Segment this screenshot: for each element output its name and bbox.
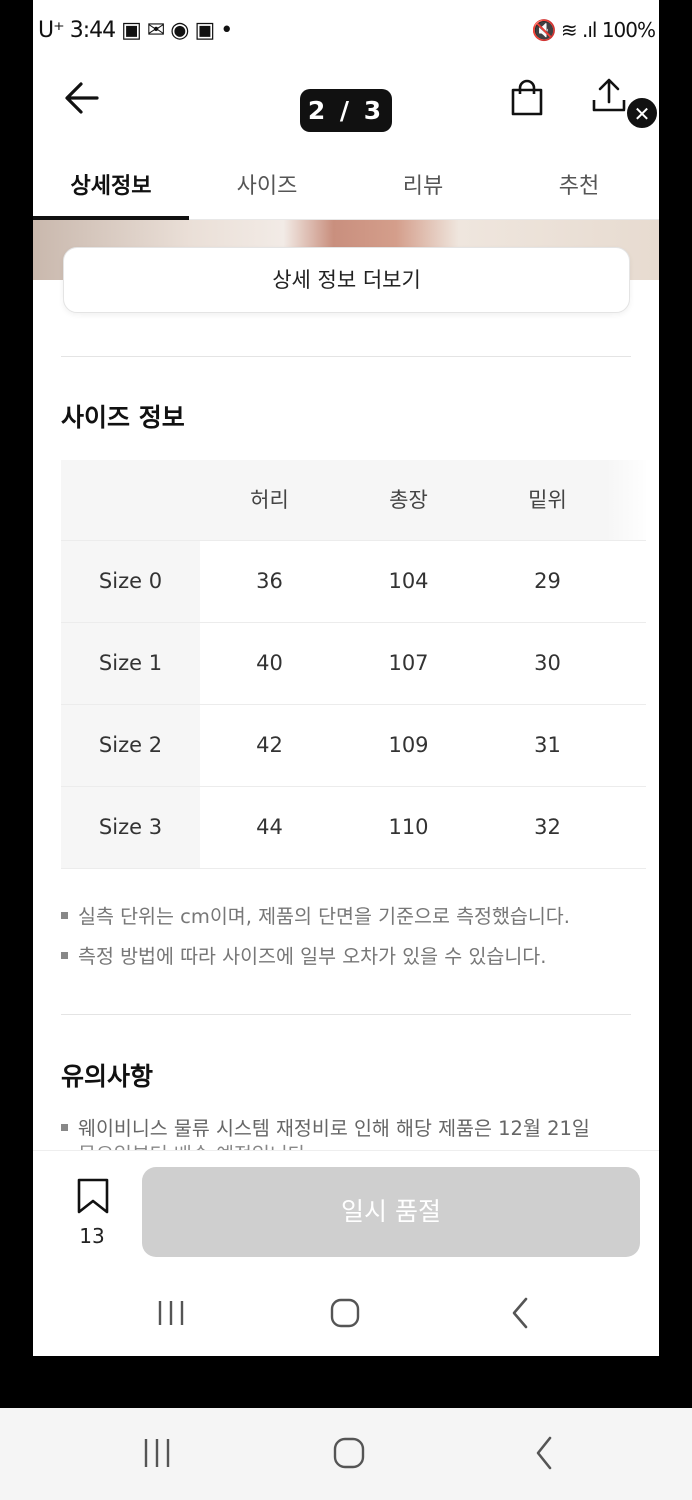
tab-bar: 상세정보 사이즈 리뷰 추천 [33, 154, 659, 220]
table-row: Size 2 42 109 31 [61, 705, 646, 787]
home-icon[interactable] [325, 1293, 365, 1333]
table-row: Size 3 44 110 32 [61, 787, 646, 869]
table-cell: 36 [256, 569, 283, 593]
tab-size[interactable]: 사이즈 [189, 168, 345, 200]
inner-navigation-bar [33, 1270, 659, 1356]
table-header-cell: 총장 [389, 488, 428, 512]
more-details-button[interactable]: 상세 정보 더보기 [63, 247, 630, 313]
table-cell: Size 3 [61, 787, 200, 868]
caution-title: 유의사항 [61, 1062, 154, 1091]
status-right: 🔇 ≋ .ıl 100% [531, 18, 656, 42]
table-cell: 42 [256, 733, 283, 757]
tab-review[interactable]: 리뷰 [345, 168, 501, 200]
soldout-button[interactable]: 일시 품절 [142, 1167, 640, 1257]
tab-detail-info[interactable]: 상세정보 [33, 168, 189, 200]
table-cell: 29 [534, 569, 561, 593]
table-cell: 109 [388, 733, 429, 757]
share-icon[interactable] [589, 76, 629, 116]
size-info-title: 사이즈 정보 [61, 403, 185, 432]
table-header-cell [61, 460, 200, 540]
table-header-row: 허리 총장 밑위 [61, 460, 646, 541]
table-cell: 32 [534, 815, 561, 839]
caution-note-continued: 목요일부터 배송 예정입니다 [78, 1138, 306, 1150]
caution-note-text: 웨이비니스 물류 시스템 재정비로 인해 해당 제품은 12월 21일 [78, 1117, 590, 1140]
table-cell: Size 2 [61, 705, 200, 786]
status-left: U⁺ 3:44 ▣ ✉ ◉ ▣ • [38, 18, 233, 43]
app-screen: U⁺ 3:44 ▣ ✉ ◉ ▣ • 🔇 ≋ .ıl 100% 2 / 3 ✕ 상… [33, 0, 659, 1356]
bullet-icon [61, 912, 68, 919]
table-cell: Size 1 [61, 623, 200, 704]
tab-recommend[interactable]: 추천 [501, 168, 657, 200]
divider [61, 1014, 631, 1015]
nav-back-icon[interactable] [501, 1293, 541, 1333]
table-header-cell: 밑위 [528, 488, 567, 512]
top-header: 2 / 3 ✕ [33, 62, 659, 154]
table-row: Size 0 36 104 29 [61, 541, 646, 623]
close-icon[interactable]: ✕ [625, 96, 659, 130]
size-note: 실측 단위는 cm이며, 제품의 단면을 기준으로 측정했습니다. [61, 900, 570, 929]
system-navigation-bar [0, 1408, 692, 1500]
bullet-icon [61, 952, 68, 959]
bookmark-count: 13 [79, 1224, 105, 1248]
size-note: 측정 방법에 따라 사이즈에 일부 오차가 있을 수 있습니다. [61, 940, 546, 969]
table-cell: 40 [256, 651, 283, 675]
caution-note: 웨이비니스 물류 시스템 재정비로 인해 해당 제품은 12월 21일 [61, 1112, 590, 1141]
scroll-content[interactable]: 상세 정보 더보기 사이즈 정보 허리 총장 밑위 Size 0 36 104 … [33, 220, 659, 1150]
size-note-text: 실측 단위는 cm이며, 제품의 단면을 기준으로 측정했습니다. [78, 905, 570, 928]
table-cell: 44 [256, 815, 283, 839]
recent-apps-icon[interactable] [137, 1433, 177, 1473]
bullet-icon [61, 1124, 68, 1131]
size-table: 허리 총장 밑위 Size 0 36 104 29 Size 1 40 107 … [61, 460, 646, 869]
status-bar: U⁺ 3:44 ▣ ✉ ◉ ▣ • 🔇 ≋ .ıl 100% [33, 0, 659, 62]
table-row: Size 1 40 107 30 [61, 623, 646, 705]
recent-apps-icon[interactable] [151, 1293, 191, 1333]
table-cell: 104 [388, 569, 429, 593]
size-note-text: 측정 방법에 따라 사이즈에 일부 오차가 있을 수 있습니다. [78, 945, 547, 968]
table-header-cell: 허리 [250, 488, 289, 512]
table-fade [606, 460, 646, 540]
back-arrow-icon[interactable] [61, 78, 105, 118]
table-cell: 107 [388, 651, 429, 675]
bookmark-icon[interactable] [73, 1176, 113, 1216]
bottom-action-bar: 13 일시 품절 [33, 1150, 659, 1270]
nav-back-icon[interactable] [525, 1433, 565, 1473]
table-cell: Size 0 [61, 541, 200, 622]
table-cell: 110 [388, 815, 429, 839]
divider [61, 356, 631, 357]
image-pager-badge: 2 / 3 [300, 89, 392, 132]
home-icon[interactable] [329, 1433, 369, 1473]
shopping-bag-icon[interactable] [507, 78, 547, 118]
table-cell: 30 [534, 651, 561, 675]
device-frame: U⁺ 3:44 ▣ ✉ ◉ ▣ • 🔇 ≋ .ıl 100% 2 / 3 ✕ 상… [0, 0, 692, 1500]
table-cell: 31 [534, 733, 561, 757]
